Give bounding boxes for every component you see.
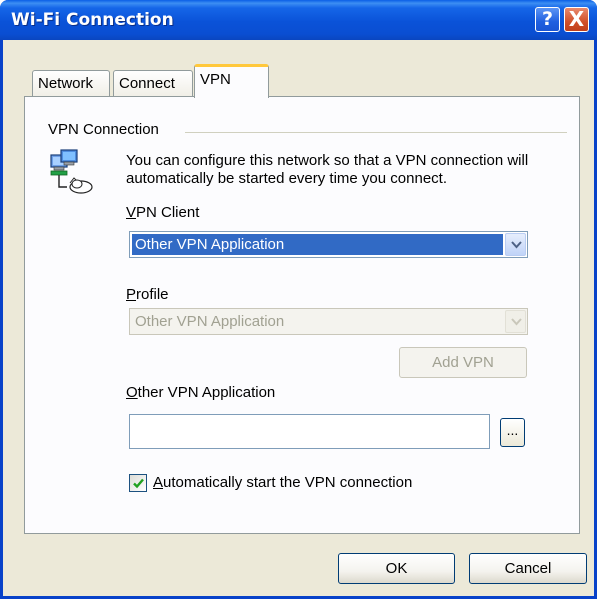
group-divider [185, 132, 567, 133]
vpn-connection-group-label: VPN Connection [48, 121, 159, 138]
cancel-button[interactable]: Cancel [469, 553, 587, 584]
auto-start-label[interactable]: Automatically start the VPN connection [153, 474, 412, 492]
profile-selected-value: Other VPN Application [135, 313, 285, 330]
chevron-down-icon [511, 318, 522, 326]
add-vpn-button[interactable]: Add VPN [399, 347, 527, 378]
tab-network[interactable]: Network [32, 70, 110, 97]
ok-button[interactable]: OK [338, 553, 455, 584]
wifi-connection-dialog: Wi-Fi Connection ? X Network Connect VPN… [0, 0, 597, 599]
profile-dropdown[interactable]: Other VPN Application [129, 308, 528, 335]
close-button[interactable]: X [564, 7, 589, 32]
other-vpn-app-accel: O [126, 384, 138, 401]
profile-accel: P [126, 286, 137, 303]
vpn-description: You can configure this network so that a… [126, 152, 529, 187]
vpn-client-label-rest: PN Client [136, 204, 200, 221]
profile-label: Profile [126, 286, 169, 303]
vpn-client-accel: V [126, 204, 137, 221]
chevron-down-icon [511, 241, 522, 249]
profile-label-rest: rofile [136, 286, 169, 303]
tab-vpn[interactable]: VPN [194, 64, 269, 98]
auto-start-accel: A [153, 474, 164, 491]
profile-dropdown-button[interactable] [505, 310, 526, 333]
other-vpn-app-label: Other VPN Application [126, 384, 275, 401]
other-vpn-app-input[interactable] [129, 414, 490, 449]
vpn-tab-panel: VPN Connection You can configure this ne… [24, 96, 580, 534]
browse-button[interactable]: ... [500, 418, 525, 447]
vpn-client-dropdown-button[interactable] [505, 233, 526, 256]
vpn-client-label: VPN Client [126, 204, 199, 221]
vpn-client-selected-value: Other VPN Application [132, 234, 503, 255]
auto-start-checkbox[interactable] [129, 474, 147, 492]
checkmark-icon [133, 478, 144, 489]
window-title: Wi-Fi Connection [11, 10, 174, 30]
tab-connect[interactable]: Connect [113, 70, 193, 97]
help-button[interactable]: ? [535, 7, 560, 32]
auto-start-label-rest: utomatically start the VPN connection [163, 474, 413, 491]
title-bar[interactable]: Wi-Fi Connection ? X [0, 0, 597, 40]
network-computers-icon [50, 149, 93, 194]
other-vpn-app-label-rest: ther VPN Application [137, 384, 276, 401]
vpn-client-dropdown[interactable]: Other VPN Application [129, 231, 528, 258]
